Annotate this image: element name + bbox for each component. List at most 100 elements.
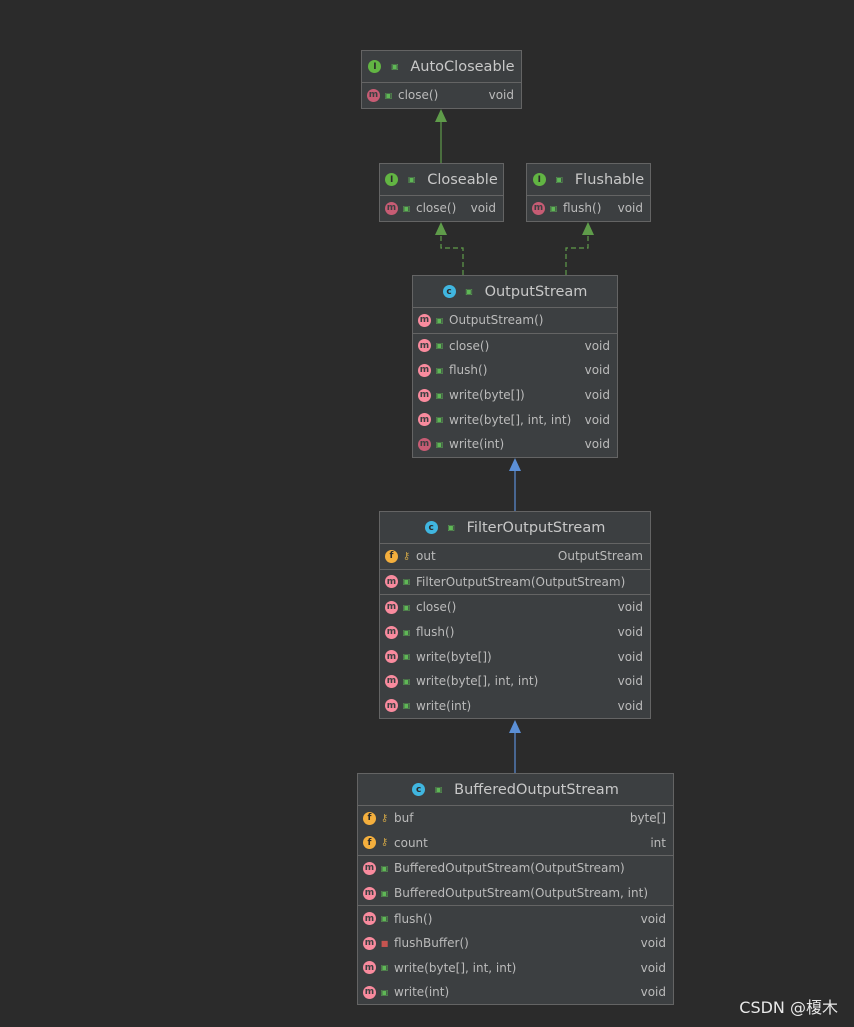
edge-outputstream-flushable <box>565 234 589 275</box>
method-icon: m <box>418 363 431 377</box>
arrowhead-autocloseable <box>435 109 447 122</box>
method-icon: m <box>418 313 431 327</box>
method-icon: m <box>385 625 398 639</box>
member-row[interactable]: m FilterOutputStream(OutputStream) <box>380 570 650 595</box>
member-row[interactable]: m write(byte[], int, int) void <box>358 956 673 981</box>
member-name: write(byte[]) <box>416 649 492 664</box>
member-row[interactable]: f count int <box>358 831 673 856</box>
method-icon: m <box>385 600 398 614</box>
member-name: flush() <box>449 363 488 378</box>
member-row[interactable]: m close() void <box>380 595 650 620</box>
member-row[interactable]: m close() void <box>380 196 503 221</box>
protected-visibility-icon <box>380 838 389 847</box>
class-node-autocloseable[interactable]: I AutoCloseable m close() void <box>361 50 522 109</box>
member-type: void <box>640 960 666 975</box>
member-name: close() <box>398 88 439 103</box>
member-row[interactable]: m OutputStream() <box>413 308 617 333</box>
member-type: int <box>650 835 666 850</box>
member-type: void <box>617 649 643 664</box>
abstract-method-icon: m <box>532 201 545 215</box>
public-visibility-icon <box>380 889 389 898</box>
member-name: BufferedOutputStream(OutputStream, int) <box>394 886 648 901</box>
public-visibility-icon <box>402 204 411 213</box>
member-name: write(byte[], int, int) <box>416 674 539 689</box>
class-header: I Flushable <box>527 164 650 196</box>
member-row[interactable]: m close() void <box>413 334 617 359</box>
member-type: void <box>584 437 610 452</box>
member-name: flush() <box>416 625 455 640</box>
member-name: write(byte[], int, int) <box>449 412 572 427</box>
arrowhead-outputstream <box>509 458 521 471</box>
member-row[interactable]: m BufferedOutputStream(OutputStream) <box>358 856 673 881</box>
abstract-class-icon: c <box>442 285 456 298</box>
public-visibility-icon <box>390 62 399 71</box>
constructors-section: m FilterOutputStream(OutputStream) <box>380 570 650 596</box>
public-visibility-icon <box>435 316 444 325</box>
member-row[interactable]: m flush() void <box>527 196 650 221</box>
public-visibility-icon <box>402 603 411 612</box>
methods-section: m close() void m flush() void m write(by… <box>380 595 650 718</box>
member-row[interactable]: m write(byte[]) void <box>380 644 650 669</box>
method-icon: m <box>363 985 376 999</box>
member-type: void <box>584 388 610 403</box>
member-name: write(int) <box>394 985 450 1000</box>
public-visibility-icon <box>402 577 411 586</box>
class-node-flushable[interactable]: I Flushable m flush() void <box>526 163 651 222</box>
member-row[interactable]: m write(byte[]) void <box>413 383 617 408</box>
member-row[interactable]: m write(int) void <box>358 980 673 1005</box>
method-icon: m <box>385 674 398 688</box>
member-type: void <box>640 911 666 926</box>
member-type: void <box>584 363 610 378</box>
member-type: void <box>617 625 643 640</box>
class-title: BufferedOutputStream <box>454 781 619 798</box>
member-type: void <box>584 412 610 427</box>
member-row[interactable]: m flush() void <box>380 620 650 645</box>
member-row[interactable]: m BufferedOutputStream(OutputStream, int… <box>358 881 673 906</box>
class-title: FilterOutputStream <box>466 519 606 536</box>
fields-section: f out OutputStream <box>380 544 650 570</box>
methods-section: m close() void <box>380 196 503 221</box>
public-visibility-icon <box>380 914 389 923</box>
public-visibility-icon <box>402 652 411 661</box>
private-visibility-icon <box>380 939 389 948</box>
member-row[interactable]: f buf byte[] <box>358 806 673 831</box>
public-visibility-icon <box>555 175 564 184</box>
class-node-filteroutputstream[interactable]: c FilterOutputStream f out OutputStream … <box>379 511 651 719</box>
method-icon: m <box>363 912 376 926</box>
class-node-bufferedoutputstream[interactable]: c BufferedOutputStream f buf byte[] f co… <box>357 773 674 1005</box>
member-name: write(int) <box>416 698 472 713</box>
member-row[interactable]: m flush() void <box>358 906 673 931</box>
class-node-outputstream[interactable]: c OutputStream m OutputStream() m close(… <box>412 275 618 458</box>
public-visibility-icon <box>435 415 444 424</box>
class-title: AutoCloseable <box>410 58 515 75</box>
method-icon: m <box>385 699 398 713</box>
member-row[interactable]: m write(int) void <box>380 694 650 719</box>
member-row[interactable]: m write(byte[], int, int) void <box>413 407 617 432</box>
constructors-section: m BufferedOutputStream(OutputStream) m B… <box>358 856 673 907</box>
class-node-closeable[interactable]: I Closeable m close() void <box>379 163 504 222</box>
member-row[interactable]: f out OutputStream <box>380 544 650 569</box>
public-visibility-icon <box>465 287 474 296</box>
constructors-section: m OutputStream() <box>413 308 617 334</box>
member-row[interactable]: m flush() void <box>413 358 617 383</box>
member-name: write(byte[]) <box>449 388 525 403</box>
member-type: void <box>617 600 643 615</box>
class-header: I Closeable <box>380 164 503 196</box>
member-name: close() <box>416 201 457 216</box>
member-type: void <box>617 698 643 713</box>
abstract-method-icon: m <box>418 437 431 451</box>
class-title: Closeable <box>427 171 498 188</box>
member-row[interactable]: m write(int) void <box>413 432 617 457</box>
method-icon: m <box>363 936 376 950</box>
member-row[interactable]: m flushBuffer() void <box>358 931 673 956</box>
member-row[interactable]: m write(byte[], int, int) void <box>380 669 650 694</box>
class-header: c BufferedOutputStream <box>358 774 673 806</box>
protected-visibility-icon <box>402 552 411 561</box>
public-visibility-icon <box>434 785 443 794</box>
member-name: close() <box>449 338 490 353</box>
class-header: c OutputStream <box>413 276 617 308</box>
member-type: void <box>617 674 643 689</box>
field-icon: f <box>363 811 376 825</box>
member-row[interactable]: m close() void <box>362 83 521 108</box>
public-visibility-icon <box>549 204 558 213</box>
